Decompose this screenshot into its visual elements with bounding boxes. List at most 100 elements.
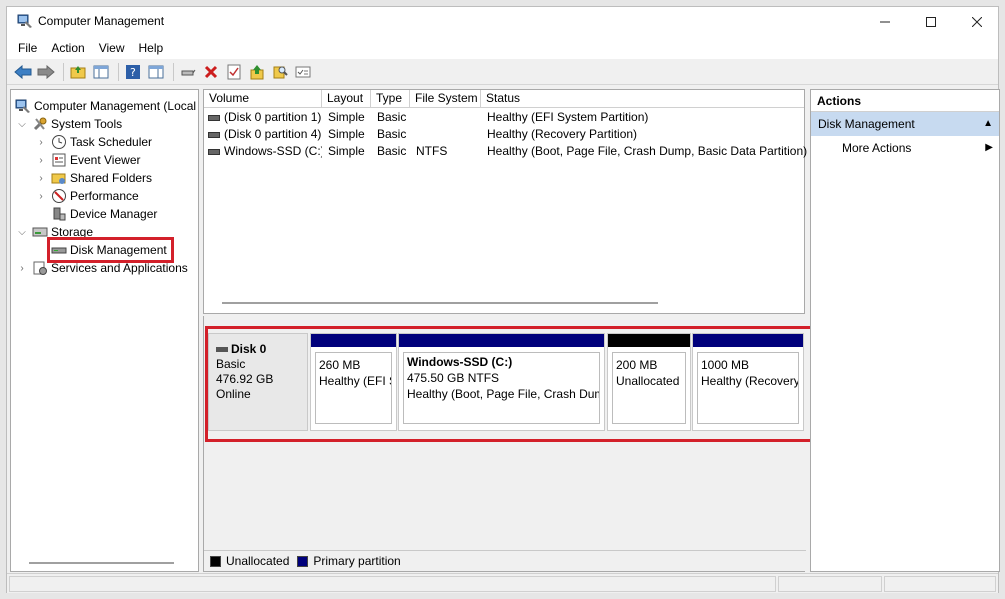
partition-unallocated[interactable]: 200 MB Unallocated	[607, 333, 691, 431]
disk-name-text: Disk 0	[231, 342, 267, 356]
partition-bar	[311, 334, 396, 347]
maximize-button[interactable]	[908, 7, 954, 37]
layout-cell: Simple	[328, 110, 365, 124]
disk-0-row: Disk 0 Basic 476.92 GB Online 260 MB Hea…	[205, 326, 817, 442]
partition-details: 1000 MB Healthy (Recovery Partition)	[697, 352, 799, 424]
partition-windows-ssd[interactable]: Windows-SSD (C:) 475.50 GB NTFS Healthy …	[398, 333, 605, 431]
tree-item-services-and-applications[interactable]: › Services and Applications	[16, 259, 188, 277]
column-header-volume[interactable]: Volume	[204, 90, 322, 108]
tree-item-storage[interactable]: ⌵ Storage	[16, 223, 93, 241]
toolbar: ?	[7, 60, 998, 85]
svg-text:?: ?	[130, 66, 136, 79]
horizontal-scrollbar[interactable]	[29, 562, 174, 564]
type-cell: Basic	[377, 127, 407, 141]
table-row[interactable]: Windows-SSD (C:) Simple Basic NTFS Healt…	[204, 143, 807, 160]
partition-bar	[608, 334, 690, 347]
toolbar-separator	[118, 63, 119, 81]
chevron-right-icon[interactable]: ›	[35, 191, 47, 202]
chevron-right-icon[interactable]: ›	[35, 173, 47, 184]
type-cell: Basic	[377, 110, 407, 124]
settings-button[interactable]	[293, 62, 313, 82]
volume-name: Windows-SSD (C:)	[224, 144, 322, 158]
properties-button[interactable]	[224, 62, 244, 82]
tree-item-label: System Tools	[51, 117, 123, 131]
table-row[interactable]: (Disk 0 partition 1) Simple Basic Health…	[204, 109, 804, 126]
close-icon	[972, 17, 982, 27]
chevron-right-icon[interactable]: ›	[16, 263, 28, 274]
connect-drive-button[interactable]	[178, 62, 198, 82]
close-button[interactable]	[954, 7, 1000, 37]
menu-view[interactable]: View	[99, 41, 125, 55]
chevron-right-icon[interactable]: ›	[35, 137, 47, 148]
forward-arrow-icon	[37, 65, 55, 79]
partition-recovery[interactable]: 1000 MB Healthy (Recovery Partition)	[692, 333, 804, 431]
chevron-down-icon[interactable]: ⌵	[16, 227, 28, 238]
menu-help[interactable]: Help	[139, 41, 164, 55]
magnifier-icon	[273, 66, 288, 79]
tree-item-disk-management[interactable]: Disk Management	[47, 237, 174, 263]
menu-file[interactable]: File	[18, 41, 37, 55]
shared-folder-icon	[51, 173, 66, 184]
console-tree: Computer Management (Local ⌵ System Tool…	[10, 89, 199, 572]
delete-button[interactable]	[201, 62, 221, 82]
checklist-icon	[227, 64, 241, 80]
column-header-type[interactable]: Type	[371, 90, 410, 108]
status-bar	[7, 573, 998, 593]
volume-icon	[208, 131, 220, 138]
actions-section-label: Disk Management	[818, 117, 915, 131]
column-header-status[interactable]: Status	[481, 90, 804, 108]
disk-legend: Unallocated Primary partition	[204, 550, 806, 571]
tree-item-system-tools[interactable]: ⌵ System Tools	[16, 115, 122, 133]
minimize-button[interactable]	[862, 7, 908, 37]
actions-header: Actions	[811, 90, 999, 112]
chevron-down-icon[interactable]: ⌵	[16, 119, 28, 130]
tree-item-event-viewer[interactable]: › Event Viewer	[35, 151, 140, 169]
computer-management-icon	[15, 99, 30, 113]
tree-item-shared-folders[interactable]: › Shared Folders	[35, 169, 152, 187]
help-icon: ?	[126, 65, 140, 79]
import-arrow-icon	[250, 65, 264, 80]
column-header-file-system[interactable]: File System	[410, 90, 481, 108]
tree-item-computer-management[interactable]: Computer Management (Local	[15, 97, 196, 115]
chevron-right-icon[interactable]: ›	[35, 155, 47, 166]
partition-details: 200 MB Unallocated	[612, 352, 686, 424]
collapse-up-icon[interactable]: ▲	[983, 112, 993, 136]
disk-map-area: Disk 0 Basic 476.92 GB Online 260 MB Hea…	[204, 316, 817, 550]
tree-item-label: Computer Management (Local	[34, 99, 197, 113]
horizontal-scrollbar[interactable]	[222, 302, 658, 304]
title-bar: Computer Management	[7, 7, 998, 37]
actions-section-disk-management[interactable]: Disk Management ▲	[811, 112, 999, 136]
partition-efi[interactable]: 260 MB Healthy (EFI System Partition)	[310, 333, 397, 431]
clock-icon	[52, 135, 66, 149]
back-button[interactable]	[13, 62, 33, 82]
show-hide-action-pane-button[interactable]	[146, 62, 166, 82]
partition-status: Healthy (Boot, Page File, Crash Dump, Ba…	[407, 387, 599, 401]
event-viewer-icon	[52, 153, 66, 167]
menu-action[interactable]: Action	[51, 41, 84, 55]
layout-cell: Simple	[328, 127, 365, 141]
more-actions-item[interactable]: More Actions ▶	[811, 136, 999, 160]
partition-bar	[693, 334, 803, 347]
tree-item-task-scheduler[interactable]: › Task Scheduler	[35, 133, 152, 151]
forward-button[interactable]	[36, 62, 56, 82]
show-hide-console-tree-button[interactable]	[91, 62, 111, 82]
partition-size: 1000 MB	[701, 358, 750, 372]
help-button[interactable]: ?	[123, 62, 143, 82]
partition-status: Healthy (EFI System Partition)	[319, 374, 391, 388]
partition-name: Windows-SSD (C:)	[407, 355, 513, 369]
volume-list: Volume Layout Type File System Status (D…	[203, 89, 807, 314]
tree-item-device-manager[interactable]: Device Manager	[51, 205, 157, 223]
layout-cell: Simple	[328, 144, 365, 158]
search-button[interactable]	[270, 62, 290, 82]
column-header-layout[interactable]: Layout	[322, 90, 371, 108]
computer-management-window: Computer Management File Action View Hel…	[6, 6, 1000, 593]
back-arrow-icon	[14, 65, 32, 79]
tree-item-label: Task Scheduler	[70, 135, 153, 149]
import-button[interactable]	[247, 62, 267, 82]
up-one-level-button[interactable]	[68, 62, 88, 82]
volume-name: (Disk 0 partition 1)	[224, 110, 322, 124]
table-row[interactable]: (Disk 0 partition 4) Simple Basic Health…	[204, 126, 804, 143]
tree-item-performance[interactable]: › Performance	[35, 187, 139, 205]
disk-0-info[interactable]: Disk 0 Basic 476.92 GB Online	[208, 333, 308, 431]
console-tree-icon	[93, 65, 109, 79]
